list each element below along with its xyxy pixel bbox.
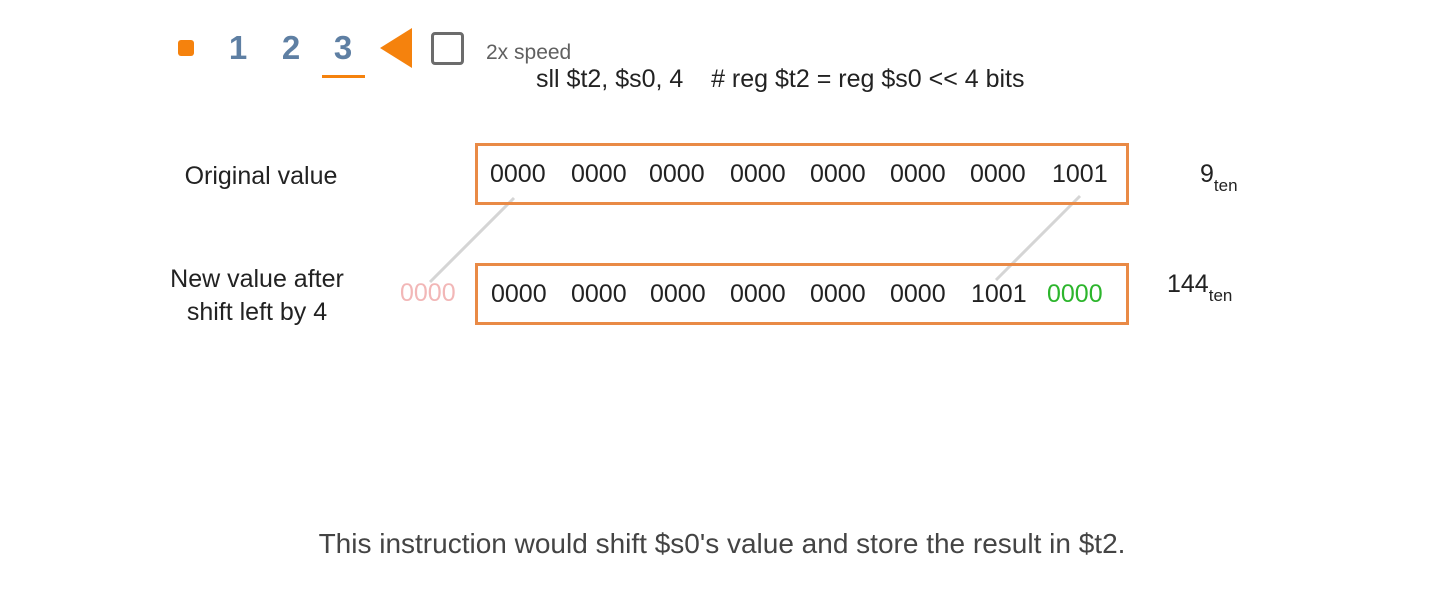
new-value-label-line2: shift left by 4	[186, 298, 328, 326]
shifted-out-nibble: 0000	[400, 279, 456, 307]
step-1-button[interactable]: 1	[218, 26, 258, 74]
shifted-decimal-value: 144	[1167, 270, 1209, 298]
shifted-nibble: 0000	[810, 280, 866, 308]
original-nibble: 0000	[490, 160, 546, 188]
new-value-label: New value after shift left by 4	[148, 263, 366, 329]
shifted-nibble: 0000	[730, 280, 786, 308]
speed-label: 2x speed	[486, 41, 572, 64]
stop-icon[interactable]	[178, 40, 194, 56]
shifted-decimal-base: ten	[1208, 286, 1233, 305]
original-value-label: Original value	[184, 162, 338, 190]
step-2-button[interactable]: 2	[271, 26, 311, 74]
instruction-text: sll $t2, $s0, 4 # reg $t2 = reg $s0 << 4…	[536, 65, 1025, 93]
original-nibble: 1001	[1052, 160, 1108, 188]
shifted-nibble: 0000	[890, 280, 946, 308]
shifted-nibble: 0000	[491, 280, 547, 308]
original-nibble: 0000	[649, 160, 705, 188]
original-decimal: 9ten	[1200, 160, 1238, 195]
shifted-register: 0000 0000 0000 0000 0000 0000 1001 0000	[475, 263, 1129, 325]
caption-text: This instruction would shift $s0's value…	[318, 528, 1126, 559]
step-3-button[interactable]: 3	[323, 26, 363, 74]
original-nibble: 0000	[810, 160, 866, 188]
original-register: 0000 0000 0000 0000 0000 0000 0000 1001	[475, 143, 1129, 205]
new-value-label-line1: New value after	[170, 265, 344, 293]
original-nibble: 0000	[730, 160, 786, 188]
original-nibble: 0000	[890, 160, 946, 188]
shifted-nibble: 0000	[650, 280, 706, 308]
original-nibble: 0000	[970, 160, 1026, 188]
shifted-nibble: 1001	[971, 280, 1027, 308]
shifted-decimal: 144ten	[1167, 270, 1232, 305]
original-nibble: 0000	[571, 160, 627, 188]
back-triangle-icon	[380, 28, 412, 68]
original-decimal-base: ten	[1213, 176, 1238, 195]
back-icon[interactable]	[380, 28, 412, 68]
shifted-nibble: 0000	[571, 280, 627, 308]
active-step-indicator	[322, 75, 365, 78]
shifted-in-nibble: 0000	[1047, 280, 1103, 308]
speed-checkbox[interactable]	[431, 32, 464, 65]
original-decimal-value: 9	[1200, 160, 1214, 188]
